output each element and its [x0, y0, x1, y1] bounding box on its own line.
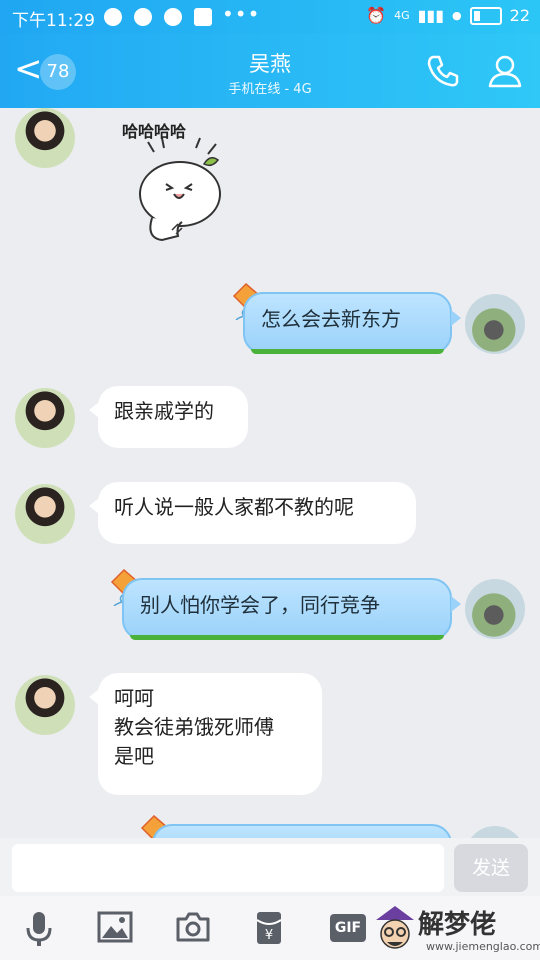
message-bubble-sent[interactable]: 怎么会去新东方 — [243, 292, 461, 354]
qq-notification-icon — [164, 8, 182, 26]
sticker-message[interactable]: 哈哈哈哈 — [112, 114, 252, 254]
send-button[interactable]: 发送 — [454, 844, 528, 892]
chat-area[interactable]: 哈哈哈哈 怎么会去新东方 跟亲戚学的 听人说一般人家都不教的呢 别人怕你学会了，… — [0, 108, 540, 838]
message-text-line: 呵呵 — [114, 686, 154, 710]
status-right: ⏰ 4G ▮▮▮ ● 22 — [366, 6, 530, 25]
alarm-icon: ⏰ — [366, 6, 387, 25]
k-app-notification-icon — [134, 8, 152, 26]
friend-avatar[interactable] — [15, 388, 75, 448]
microphone-icon[interactable] — [24, 910, 54, 948]
red-envelope-icon[interactable]: ¥ — [255, 910, 283, 946]
hd-icon: ● — [452, 9, 462, 22]
message-bubble-sent[interactable]: 别人怕你学会了，同行竞争 — [122, 578, 461, 640]
gif-icon[interactable]: GIF — [330, 914, 366, 942]
message-text: 怎么会去新东方 — [261, 307, 401, 331]
watermark: 解梦佬 www.jiemenglao.com — [372, 900, 540, 960]
message-text-line: 是吧 — [114, 744, 154, 768]
network-label: 4G — [394, 9, 410, 22]
friend-avatar[interactable] — [15, 675, 75, 735]
watermark-brand: 解梦佬 — [418, 910, 497, 940]
my-avatar[interactable] — [465, 826, 525, 838]
input-bar: 发送 — [0, 838, 540, 896]
chat-header: < 78 吴燕 手机在线 - 4G — [0, 34, 540, 108]
battery-level: 22 — [509, 6, 530, 25]
message-bubble-received[interactable]: 听人说一般人家都不教的呢 — [89, 482, 416, 544]
message-input[interactable] — [12, 844, 444, 892]
my-avatar[interactable] — [465, 294, 525, 354]
friend-avatar[interactable] — [15, 108, 75, 168]
message-text: 跟亲戚学的 — [114, 399, 214, 423]
message-text-line: 教会徒弟饿死师傅 — [114, 715, 274, 739]
image-icon[interactable] — [97, 910, 133, 944]
message-notification-icon — [104, 8, 122, 26]
status-time: 下午11:29 — [12, 11, 95, 31]
watermark-url: www.jiemenglao.com — [426, 940, 540, 953]
camera-icon[interactable] — [175, 910, 211, 944]
battery-icon — [469, 6, 502, 25]
watermark-logo-icon — [376, 906, 414, 949]
friend-avatar[interactable] — [15, 484, 75, 544]
app-notification-icon — [194, 8, 212, 26]
my-avatar[interactable] — [465, 579, 525, 639]
sticker-text: 哈哈哈哈 — [122, 122, 187, 141]
message-bubble-sent-partial[interactable] — [152, 824, 452, 838]
message-bubble-received[interactable]: 跟亲戚学的 — [89, 386, 248, 448]
phone-icon[interactable] — [424, 52, 462, 90]
more-notifications-icon: ••• — [222, 2, 261, 26]
signal-icon: ▮▮▮ — [417, 6, 445, 25]
svg-text:¥: ¥ — [265, 928, 273, 943]
message-text: 听人说一般人家都不教的呢 — [114, 495, 354, 519]
status-bar: 下午11:29 ••• ⏰ 4G ▮▮▮ ● 22 — [0, 0, 540, 34]
profile-icon[interactable] — [486, 52, 524, 90]
message-text: 别人怕你学会了，同行竞争 — [140, 593, 380, 617]
message-bubble-received[interactable]: 呵呵 教会徒弟饿死师傅 是吧 — [89, 673, 322, 795]
